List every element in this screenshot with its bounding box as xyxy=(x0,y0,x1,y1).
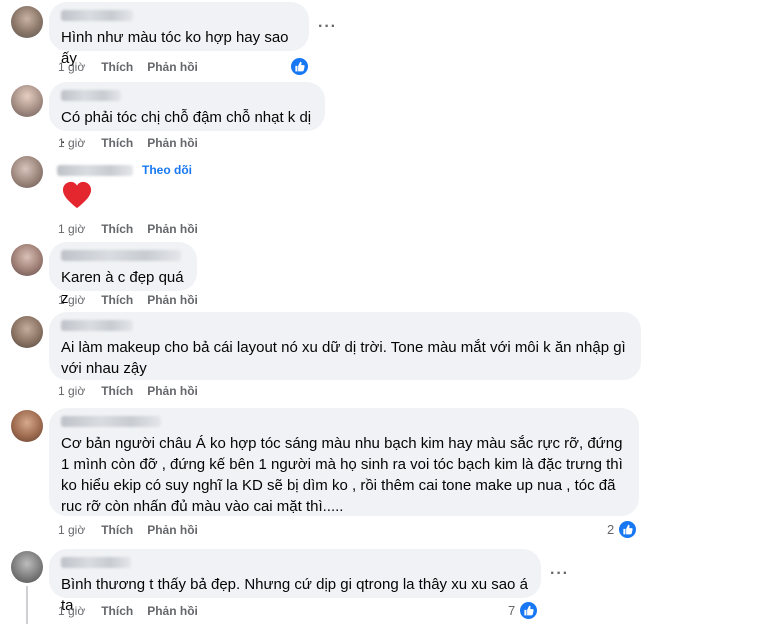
reaction-number: 2 xyxy=(607,522,615,537)
avatar[interactable] xyxy=(11,6,43,38)
reaction-count[interactable]: 2 xyxy=(607,519,639,540)
reaction-count[interactable] xyxy=(286,56,310,77)
commenter-name[interactable] xyxy=(61,90,121,101)
timestamp[interactable]: 1 giờ xyxy=(58,604,85,618)
comment-text: Ai làm makeup cho bả cái layout nó xu dữ… xyxy=(61,339,626,377)
avatar[interactable] xyxy=(11,410,43,442)
heart-emoji xyxy=(62,180,92,215)
comment-bubble: Hình như màu tóc ko hợp hay sao ấy xyxy=(49,2,309,67)
like-reaction-icon xyxy=(518,600,540,621)
timestamp[interactable]: 1 giờ xyxy=(58,384,85,398)
reaction-number: 7 xyxy=(508,603,516,618)
reply-button[interactable]: Phản hồi xyxy=(147,136,198,150)
reply-button[interactable]: Phản hồi xyxy=(147,293,198,307)
comment-actions: 1 giờ Thích Phản hồi xyxy=(58,60,212,74)
comment-actions: 1 giờ Thích Phản hồi xyxy=(58,604,212,618)
timestamp[interactable]: 1 giờ xyxy=(58,293,85,307)
like-reaction-icon xyxy=(289,56,310,77)
reaction-count[interactable]: 7 xyxy=(508,600,540,621)
more-options-icon[interactable]: ··· xyxy=(318,18,337,36)
avatar[interactable] xyxy=(11,316,43,348)
comment-actions: 1 giờ Thích Phản hồi xyxy=(58,222,212,236)
more-options-icon[interactable]: ··· xyxy=(550,565,569,583)
commenter-name[interactable] xyxy=(61,10,133,21)
commenter-name[interactable] xyxy=(61,250,181,261)
reply-thread-line xyxy=(26,586,28,624)
reply-button[interactable]: Phản hồi xyxy=(147,60,198,74)
like-button[interactable]: Thích xyxy=(101,384,133,398)
timestamp[interactable]: 1 giờ xyxy=(58,222,85,236)
like-button[interactable]: Thích xyxy=(101,222,133,236)
like-button[interactable]: Thích xyxy=(101,60,133,74)
comment-bubble: Karen à c đẹp quá z xyxy=(49,242,197,307)
reply-button[interactable]: Phản hồi xyxy=(147,604,198,618)
like-button[interactable]: Thích xyxy=(101,604,133,618)
like-button[interactable]: Thích xyxy=(101,523,133,537)
comment-bubble: Ai làm makeup cho bả cái layout nó xu dữ… xyxy=(49,312,641,380)
like-reaction-icon xyxy=(617,519,639,540)
like-button[interactable]: Thích xyxy=(101,136,133,150)
commenter-name[interactable] xyxy=(61,557,131,568)
comment-bubble: Bình thương t thấy bả đẹp. Nhưng cứ dịp … xyxy=(49,549,541,614)
reply-button[interactable]: Phản hồi xyxy=(147,384,198,398)
comment-actions: 1 giờ Thích Phản hồi xyxy=(58,293,212,307)
avatar[interactable] xyxy=(11,156,43,188)
comment-actions: 1 giờ Thích Phản hồi xyxy=(58,384,212,398)
comment-text: Cơ bản người châu Á ko hợp tóc sáng màu … xyxy=(61,435,623,515)
avatar[interactable] xyxy=(11,244,43,276)
timestamp[interactable]: 1 giờ xyxy=(58,136,85,150)
avatar[interactable] xyxy=(11,551,43,583)
timestamp[interactable]: 1 giờ xyxy=(58,523,85,537)
comment-bubble: Có phải tóc chị chỗ đậm chỗ nhạt k dị . xyxy=(49,82,325,147)
reply-button[interactable]: Phản hồi xyxy=(147,222,198,236)
comment-bubble: Cơ bản người châu Á ko hợp tóc sáng màu … xyxy=(49,408,639,516)
commenter-name[interactable] xyxy=(57,165,133,176)
commenter-name[interactable] xyxy=(61,320,133,331)
reply-button[interactable]: Phản hồi xyxy=(147,523,198,537)
avatar[interactable] xyxy=(11,85,43,117)
follow-button[interactable]: Theo dõi xyxy=(142,163,192,177)
comment-actions: 1 giờ Thích Phản hồi xyxy=(58,523,212,537)
timestamp[interactable]: 1 giờ xyxy=(58,60,85,74)
commenter-name[interactable] xyxy=(61,416,161,427)
comment-actions: 1 giờ Thích Phản hồi xyxy=(58,136,212,150)
like-button[interactable]: Thích xyxy=(101,293,133,307)
